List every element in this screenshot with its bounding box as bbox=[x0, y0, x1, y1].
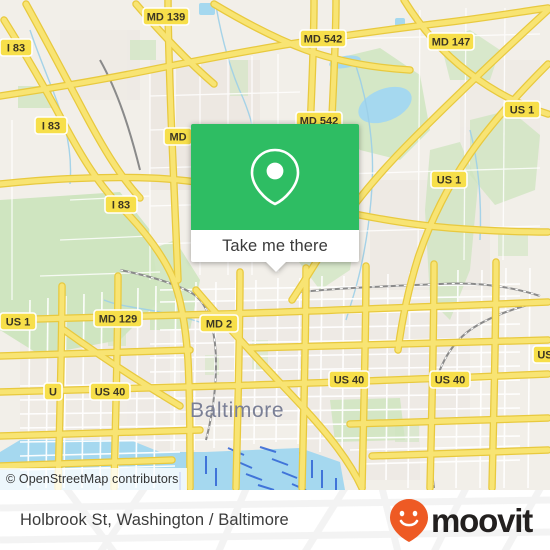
road-shield: I 83 bbox=[34, 116, 68, 135]
road-shield-label: US 40 bbox=[95, 387, 126, 399]
road-shield-label: US 1 bbox=[437, 175, 461, 187]
road-shield: US bbox=[532, 345, 550, 364]
attribution-text: © OpenStreetMap contributors bbox=[6, 472, 179, 486]
road-shield: US 1 bbox=[503, 100, 541, 119]
road-shield: MD 542 bbox=[299, 29, 347, 48]
moovit-map-screen: Baltimore MD 139 MD 542 MD 147 I 83 US 1 I 83… bbox=[0, 0, 550, 550]
road-shield-label: I 83 bbox=[7, 43, 25, 55]
moovit-wordmark: moovit bbox=[431, 501, 533, 539]
road-shield-label: US 1 bbox=[510, 105, 534, 117]
road-shield-label: MD 129 bbox=[99, 314, 138, 326]
road-shield-label: U bbox=[49, 387, 57, 399]
road-shield-label: US bbox=[537, 350, 550, 362]
road-shield-label: US 1 bbox=[6, 317, 30, 329]
bottom-bar: Holbrook St, Washington / Baltimore moov… bbox=[0, 490, 550, 550]
road-shield: MD 129 bbox=[93, 309, 143, 328]
road-shield: I 83 bbox=[104, 195, 138, 214]
callout-header bbox=[191, 124, 359, 230]
road-shield-label: MD 139 bbox=[147, 12, 186, 24]
road-shield: US 1 bbox=[0, 312, 37, 331]
road-shield: U bbox=[43, 382, 63, 401]
place-title: Holbrook St, Washington / Baltimore bbox=[20, 510, 289, 529]
road-shield-label: US 40 bbox=[435, 375, 466, 387]
road-shield: US 40 bbox=[328, 370, 370, 389]
road-shield-label: MD 542 bbox=[304, 34, 343, 46]
road-shield-label: I 83 bbox=[42, 121, 60, 133]
road-shield-label: I 83 bbox=[112, 200, 130, 212]
road-shield: MD 139 bbox=[142, 7, 190, 26]
road-shield: US 1 bbox=[430, 170, 468, 189]
road-shield: I 83 bbox=[0, 38, 33, 57]
road-shield-label: MD 147 bbox=[432, 37, 471, 49]
take-me-there-label: Take me there bbox=[222, 236, 328, 255]
map-city-label: Baltimore bbox=[190, 399, 284, 422]
road-shield-label: MD 2 bbox=[206, 319, 232, 331]
take-me-there-button[interactable]: Take me there bbox=[191, 230, 359, 262]
road-shield-label: MD bbox=[169, 132, 186, 144]
road-shield: US 40 bbox=[429, 370, 471, 389]
road-shield-label: US 40 bbox=[334, 375, 365, 387]
moovit-pin-icon bbox=[390, 499, 429, 542]
location-callout[interactable]: Take me there bbox=[191, 124, 359, 272]
road-shield: MD 2 bbox=[199, 314, 239, 333]
road-shield: MD 147 bbox=[427, 32, 475, 51]
map-attribution: © OpenStreetMap contributors bbox=[0, 468, 187, 490]
road-shield: US 40 bbox=[89, 382, 131, 401]
road-shield: MD bbox=[163, 127, 193, 146]
callout-tail bbox=[265, 261, 287, 272]
moovit-logo: moovit bbox=[388, 497, 533, 543]
map-pin-icon bbox=[250, 148, 300, 206]
